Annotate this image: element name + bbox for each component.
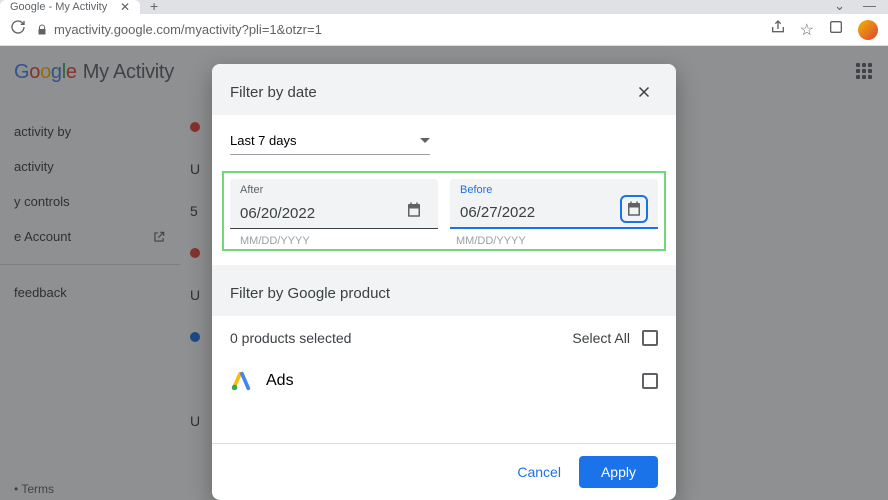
- address-bar: myactivity.google.com/myactivity?pli=1&o…: [0, 14, 888, 46]
- product-row-ads[interactable]: Ads: [212, 360, 676, 402]
- calendar-icon: [405, 201, 423, 219]
- date-inputs-highlight: After 06/20/2022 Before 06/27/2022 MM/D: [222, 171, 666, 251]
- url-text: myactivity.google.com/myactivity?pli=1&o…: [54, 22, 322, 37]
- tab-title: Google - My Activity: [10, 1, 107, 13]
- minimize-icon[interactable]: —: [863, 0, 876, 14]
- products-selected-count: 0 products selected: [230, 330, 351, 346]
- filter-modal: Filter by date Last 7 days After 06/20/2…: [212, 64, 676, 500]
- product-checkbox-ads[interactable]: [642, 373, 658, 389]
- calendar-icon: [625, 200, 643, 218]
- chevron-down-icon: [420, 138, 430, 143]
- filter-by-product-header: Filter by Google product: [212, 265, 676, 316]
- chevron-down-icon[interactable]: ⌄: [834, 0, 845, 14]
- after-label: After: [240, 184, 263, 196]
- apply-button[interactable]: Apply: [579, 456, 658, 488]
- after-date-field[interactable]: After 06/20/2022: [230, 179, 438, 229]
- url-field[interactable]: myactivity.google.com/myactivity?pli=1&o…: [36, 22, 760, 37]
- product-label: Ads: [266, 372, 628, 390]
- modal-footer: Cancel Apply: [212, 443, 676, 500]
- share-icon[interactable]: [770, 19, 786, 40]
- after-calendar-button[interactable]: [400, 196, 428, 224]
- select-all-label: Select All: [572, 330, 630, 346]
- new-tab-button[interactable]: +: [140, 0, 168, 14]
- before-calendar-button[interactable]: [620, 195, 648, 223]
- after-value: 06/20/2022: [240, 205, 315, 222]
- browser-tab[interactable]: Google - My Activity ✕: [0, 0, 140, 14]
- extensions-icon[interactable]: [828, 19, 844, 40]
- date-range-value: Last 7 days: [230, 133, 297, 148]
- close-button[interactable]: [624, 72, 664, 112]
- lock-icon: [36, 24, 48, 36]
- select-all-checkbox[interactable]: [642, 330, 658, 346]
- modal-scroll[interactable]: Filter by date Last 7 days After 06/20/2…: [212, 64, 676, 443]
- before-label: Before: [460, 184, 492, 196]
- before-hint: MM/DD/YYYY: [456, 235, 526, 247]
- reload-icon[interactable]: [10, 19, 26, 40]
- filter-by-date-header: Filter by date: [212, 64, 676, 115]
- before-value: 06/27/2022: [460, 204, 535, 221]
- tab-close-icon[interactable]: ✕: [120, 0, 130, 14]
- tab-bar: Google - My Activity ✕ + ⌄ —: [0, 0, 888, 14]
- date-range-select[interactable]: Last 7 days: [230, 125, 430, 155]
- window-controls: ⌄ —: [834, 0, 888, 14]
- ads-icon: [230, 370, 252, 392]
- avatar[interactable]: [858, 20, 878, 40]
- cancel-button[interactable]: Cancel: [517, 464, 561, 480]
- after-hint: MM/DD/YYYY: [240, 235, 310, 247]
- before-date-field[interactable]: Before 06/27/2022: [450, 179, 658, 229]
- star-icon[interactable]: ☆: [800, 20, 814, 40]
- close-icon: [635, 83, 653, 101]
